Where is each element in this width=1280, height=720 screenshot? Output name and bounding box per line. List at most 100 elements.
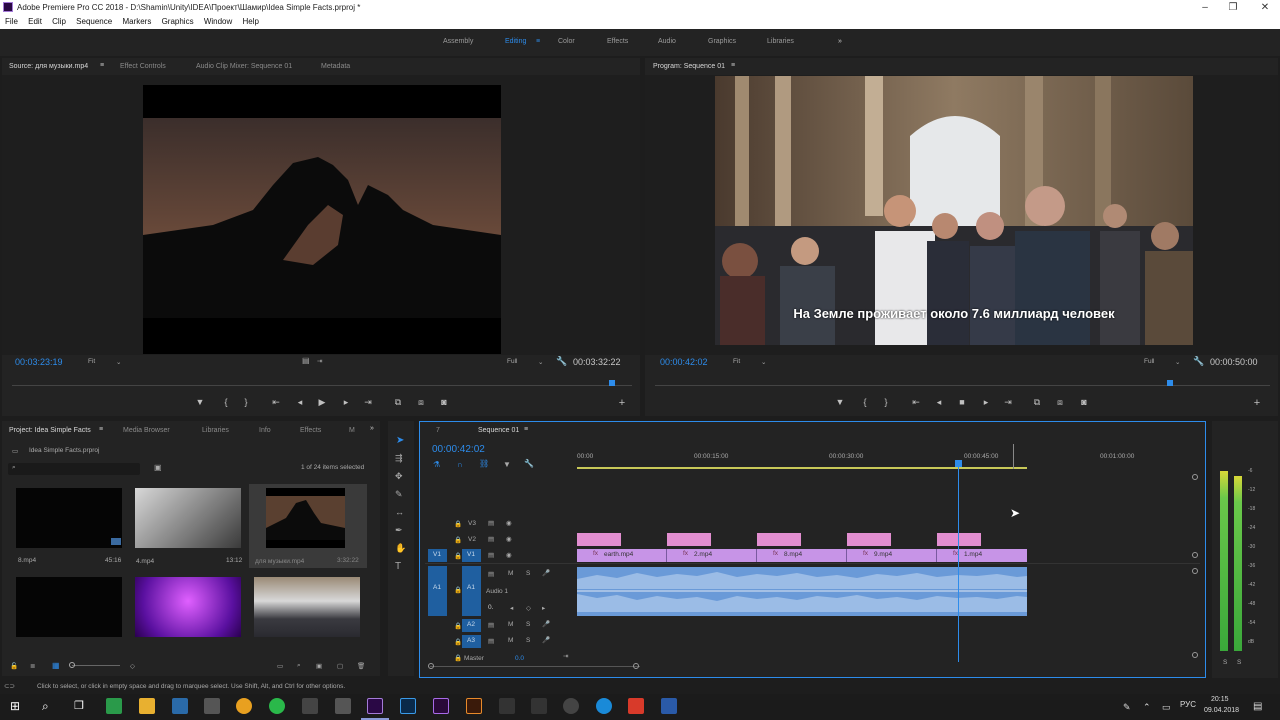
work-area-bar[interactable] (577, 467, 1027, 469)
program-stop-icon[interactable]: ■ (956, 397, 968, 407)
a1-lock-icon[interactable]: 🔒 (454, 586, 462, 594)
menu-file[interactable]: File (5, 17, 18, 26)
source-step-forward-icon[interactable]: ▸ (340, 397, 352, 408)
workspace-color[interactable]: Color (558, 38, 575, 45)
panel-overflow-icon[interactable]: » (370, 425, 374, 432)
tab-source[interactable]: Source: для музыки.mp4 (9, 63, 88, 70)
hand-tool-icon[interactable]: ✋ (395, 543, 406, 554)
solo-left-button[interactable]: S (1223, 659, 1227, 666)
program-fit-chevron-icon[interactable]: ⌄ (761, 358, 766, 366)
project-item-thumb-4[interactable] (16, 577, 122, 637)
scroll-right-handle[interactable] (633, 663, 639, 669)
a2-voiceover-icon[interactable]: 🎤 (542, 620, 550, 628)
source-mark-in-icon[interactable]: { (220, 397, 232, 407)
source-add-marker-icon[interactable]: ▼ (194, 397, 206, 407)
project-item-thumb-6[interactable] (254, 577, 360, 637)
v2-sync-icon[interactable]: ▤ (488, 535, 494, 543)
menu-markers[interactable]: Markers (122, 17, 151, 26)
a3-mute-icon[interactable]: M (508, 637, 513, 644)
linked-selection-icon[interactable]: ⛓ (479, 459, 489, 468)
taskbar-chrome-icon[interactable] (236, 698, 252, 714)
source-menu-icon[interactable]: ≡ (100, 62, 104, 69)
taskbar-app-14-icon[interactable] (531, 698, 547, 714)
solo-right-button[interactable]: S (1237, 659, 1241, 666)
menu-sequence[interactable]: Sequence (76, 17, 112, 26)
taskbar-app-4-icon[interactable] (204, 698, 220, 714)
v2-clip-2[interactable] (667, 533, 711, 546)
source-insert-icon[interactable]: ⇥ (317, 357, 322, 365)
a1-mute-icon[interactable]: M (508, 570, 513, 577)
taskbar-unity-icon[interactable] (499, 698, 515, 714)
program-playhead[interactable] (1167, 380, 1173, 386)
source-step-back-icon[interactable]: ◂ (294, 397, 306, 408)
program-mark-out-icon[interactable]: } (880, 397, 892, 407)
scroll-left-handle[interactable] (428, 663, 434, 669)
tray-chevron-icon[interactable]: ⌃ (1143, 702, 1151, 713)
taskbar-skype-icon[interactable] (596, 698, 612, 714)
workspace-more-icon[interactable]: » (838, 38, 842, 45)
source-play-icon[interactable]: ▶ (316, 397, 328, 408)
v2-clip-5[interactable] (937, 533, 981, 546)
project-search-input[interactable]: ⌕ (8, 463, 140, 475)
new-bin-footer-icon[interactable]: ▣ (316, 662, 322, 670)
a2-sync-icon[interactable]: ▤ (488, 621, 494, 629)
taskbar-search-icon[interactable]: ⌕ (42, 699, 49, 714)
program-menu-icon[interactable]: ≡ (731, 62, 735, 69)
thumbnail-zoom-slider[interactable] (72, 665, 120, 666)
project-item-thumb-1[interactable] (16, 488, 122, 548)
project-item-thumb-5[interactable] (135, 577, 241, 637)
taskbar-photoshop-icon[interactable] (400, 698, 416, 714)
source-goto-out-icon[interactable]: ⇥ (362, 397, 374, 408)
taskbar-calculator-icon[interactable] (335, 698, 351, 714)
timeline-settings-icon[interactable]: 🔧 (524, 459, 534, 468)
v2-clip-1[interactable] (577, 533, 621, 546)
slip-tool-icon[interactable]: ↔ (395, 507, 404, 517)
taskbar-after-effects-icon[interactable] (433, 698, 449, 714)
taskbar-app-15-icon[interactable] (563, 698, 579, 714)
program-quality-chevron-icon[interactable]: ⌄ (1175, 358, 1180, 366)
a1-volume-value[interactable]: 0. (488, 604, 493, 611)
tray-display-icon[interactable]: ▭ (1162, 702, 1171, 713)
program-timecode[interactable]: 00:00:42:02 (660, 357, 708, 367)
workspace-effects[interactable]: Effects (607, 38, 628, 45)
a1-sync-icon[interactable]: ▤ (488, 570, 494, 578)
v2-clip-4[interactable] (847, 533, 891, 546)
v1-clip-1[interactable]: 1.mp4 fx (937, 549, 1027, 562)
program-settings-wrench-icon[interactable]: 🔧 (1193, 356, 1204, 367)
tab-media-browser[interactable]: Media Browser (123, 427, 170, 434)
a3-sync-icon[interactable]: ▤ (488, 637, 494, 645)
a1-target[interactable]: A1 (462, 566, 481, 616)
program-extract-icon[interactable]: ⧈ (1054, 397, 1066, 408)
list-view-icon[interactable]: ≣ (30, 662, 35, 670)
workspace-menu-icon[interactable]: ≡ (536, 38, 540, 45)
program-add-button-icon[interactable]: + (1251, 397, 1263, 409)
source-fit-select[interactable]: Fit (88, 358, 95, 365)
menu-clip[interactable]: Clip (52, 17, 66, 26)
source-timecode[interactable]: 00:03:23:19 (15, 357, 63, 367)
source-add-button-icon[interactable]: + (616, 397, 628, 409)
tray-language[interactable]: РУС (1180, 700, 1196, 709)
program-lift-icon[interactable]: ⧉ (1031, 397, 1043, 408)
program-video-frame[interactable]: На Земле проживает около 7.6 миллиард че… (715, 76, 1193, 345)
automate-to-sequence-icon[interactable]: ▭ (277, 662, 283, 670)
program-add-marker-icon[interactable]: ▼ (834, 397, 846, 407)
workspace-editing[interactable]: Editing (505, 38, 526, 45)
tray-date[interactable]: 09.04.2018 (1204, 707, 1239, 714)
nest-toggle-icon[interactable]: ⚗ (433, 460, 440, 469)
master-lock-icon[interactable]: 🔒 (454, 654, 462, 662)
tab-sequence-01[interactable]: Sequence 01 (478, 427, 519, 434)
source-playhead[interactable] (609, 380, 615, 386)
task-view-icon[interactable]: ❐ (74, 699, 84, 712)
zoom-slider-handle[interactable] (69, 662, 75, 668)
taskbar-store-icon[interactable] (172, 698, 188, 714)
tab-project[interactable]: Project: Idea Simple Facts (9, 427, 91, 434)
taskbar-whatsapp-icon[interactable] (269, 698, 285, 714)
windows-start-icon[interactable]: ⊞ (10, 699, 20, 713)
program-goto-out-icon[interactable]: ⇥ (1002, 397, 1014, 408)
find-icon[interactable]: ⌕ (297, 662, 301, 670)
program-mark-in-icon[interactable]: { (859, 397, 871, 407)
v-zoom-handle-mid[interactable] (1192, 552, 1198, 558)
v3-lock-icon[interactable]: 🔒 (454, 520, 462, 528)
a-zoom-handle-bottom[interactable] (1192, 652, 1198, 658)
master-goto-end-icon[interactable]: ⇥ (563, 652, 568, 660)
